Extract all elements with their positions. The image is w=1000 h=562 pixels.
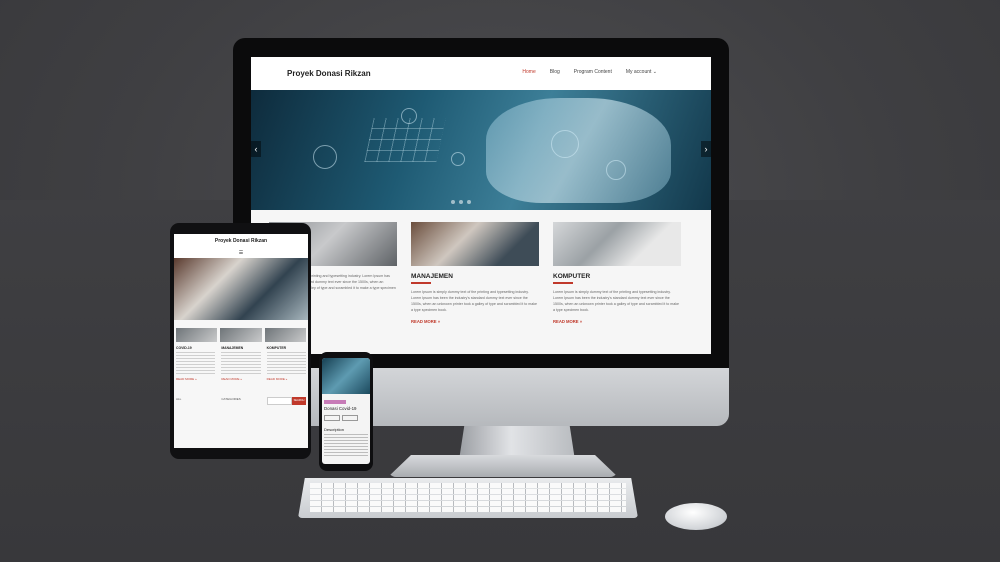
card-komputer: KOMPUTER Lorem Ipsum is simply dummy tex… (553, 222, 681, 324)
phone-hero-image (322, 358, 370, 394)
thumb-image[interactable] (264, 328, 306, 342)
card-text: Lorem Ipsum is simply dummy text of the … (411, 289, 538, 312)
keyboard-keys (310, 483, 626, 512)
slider-prev-button[interactable]: ‹ (251, 141, 261, 157)
nav-item-my-account[interactable]: My account ⌄ (626, 69, 657, 75)
virus-icon (313, 145, 337, 169)
phone-description-heading: Description (324, 427, 345, 432)
col-title: KOMPUTER (266, 346, 287, 350)
slider-dots[interactable] (451, 200, 471, 204)
slider-next-button[interactable]: › (701, 141, 711, 157)
tablet-col-komputer: KOMPUTER READ MORE » (266, 346, 306, 381)
search-form: SEARCH (266, 397, 306, 405)
footer-categories: CATEGORIES (221, 397, 241, 401)
hero-slider: ‹ › (251, 90, 711, 210)
feature-cards: simply dummy text of the printing and ty… (251, 210, 711, 324)
tablet-columns: COVID-19 READ MORE » MANAJEMEN READ MORE… (174, 342, 308, 381)
keyboard (298, 478, 638, 518)
phone-buttons (322, 411, 370, 421)
thumb-image[interactable] (220, 328, 262, 342)
read-more-link[interactable]: READ MORE » (267, 377, 306, 381)
tablet-brand[interactable]: Proyek Donasi Rikzan (174, 234, 308, 249)
card-image[interactable] (553, 222, 681, 266)
search-button[interactable]: SEARCH (291, 397, 306, 405)
read-more-link[interactable]: READ MORE » (411, 319, 539, 324)
thumb-image[interactable] (176, 328, 218, 342)
tablet-hero-image (174, 258, 308, 320)
phone-title: Donasi Covid-19 (324, 406, 357, 411)
tablet-thumbnails (174, 320, 308, 342)
search-input[interactable] (266, 397, 292, 405)
hero-decoration (364, 118, 446, 162)
col-text (221, 352, 261, 374)
hero-image (486, 98, 671, 203)
nav-item-program-content[interactable]: Program Content (574, 69, 612, 75)
card-title: KOMPUTER (553, 273, 591, 280)
tablet-website: Proyek Donasi Rikzan ☰ COVID-19 READ MOR… (174, 234, 308, 448)
virus-icon (401, 108, 417, 124)
nav-item-home[interactable]: Home (522, 69, 535, 75)
card-manajemen: MANAJEMEN Lorem Ipsum is simply dummy te… (411, 222, 539, 324)
tablet-col-covid: COVID-19 READ MORE » (176, 346, 216, 381)
col-title: COVID-19 (176, 346, 192, 350)
read-more-link[interactable]: READ MORE » (176, 377, 215, 381)
title-underline (411, 282, 431, 284)
card-title: MANAJEMEN (411, 273, 453, 280)
nav-item-blog[interactable]: Blog (550, 69, 560, 75)
site-navbar: Proyek Donasi Rikzan Home Blog Program C… (251, 57, 711, 90)
read-more-link[interactable]: READ MORE » (553, 319, 681, 324)
nav-menu: Home Blog Program Content My account ⌄ (522, 69, 657, 75)
site-brand[interactable]: Proyek Donasi Rikzan (287, 69, 371, 78)
col-text (176, 352, 216, 374)
phone-website: Donasi Covid-19 Description (322, 358, 370, 464)
hamburger-menu-icon[interactable]: ☰ (174, 249, 308, 258)
phone-description-text (324, 434, 368, 456)
virus-icon (606, 160, 626, 180)
phone-button[interactable] (324, 415, 340, 421)
col-text (266, 352, 306, 374)
tablet-col-manajemen: MANAJEMEN READ MORE » (221, 346, 261, 381)
mouse (665, 503, 727, 530)
phone-button[interactable] (342, 415, 358, 421)
title-underline (553, 282, 573, 284)
card-text: Lorem Ipsum is simply dummy text of the … (553, 289, 680, 312)
desktop-website: Proyek Donasi Rikzan Home Blog Program C… (251, 57, 711, 354)
virus-icon (551, 130, 579, 158)
read-more-link[interactable]: READ MORE » (221, 377, 260, 381)
footer-heading: ALL (176, 397, 182, 401)
virus-icon (451, 152, 465, 166)
card-image[interactable] (411, 222, 539, 266)
imac-stand-base (388, 455, 618, 477)
tablet-footer: ALL CATEGORIES SEARCH (174, 381, 308, 405)
col-title: MANAJEMEN (221, 346, 244, 350)
